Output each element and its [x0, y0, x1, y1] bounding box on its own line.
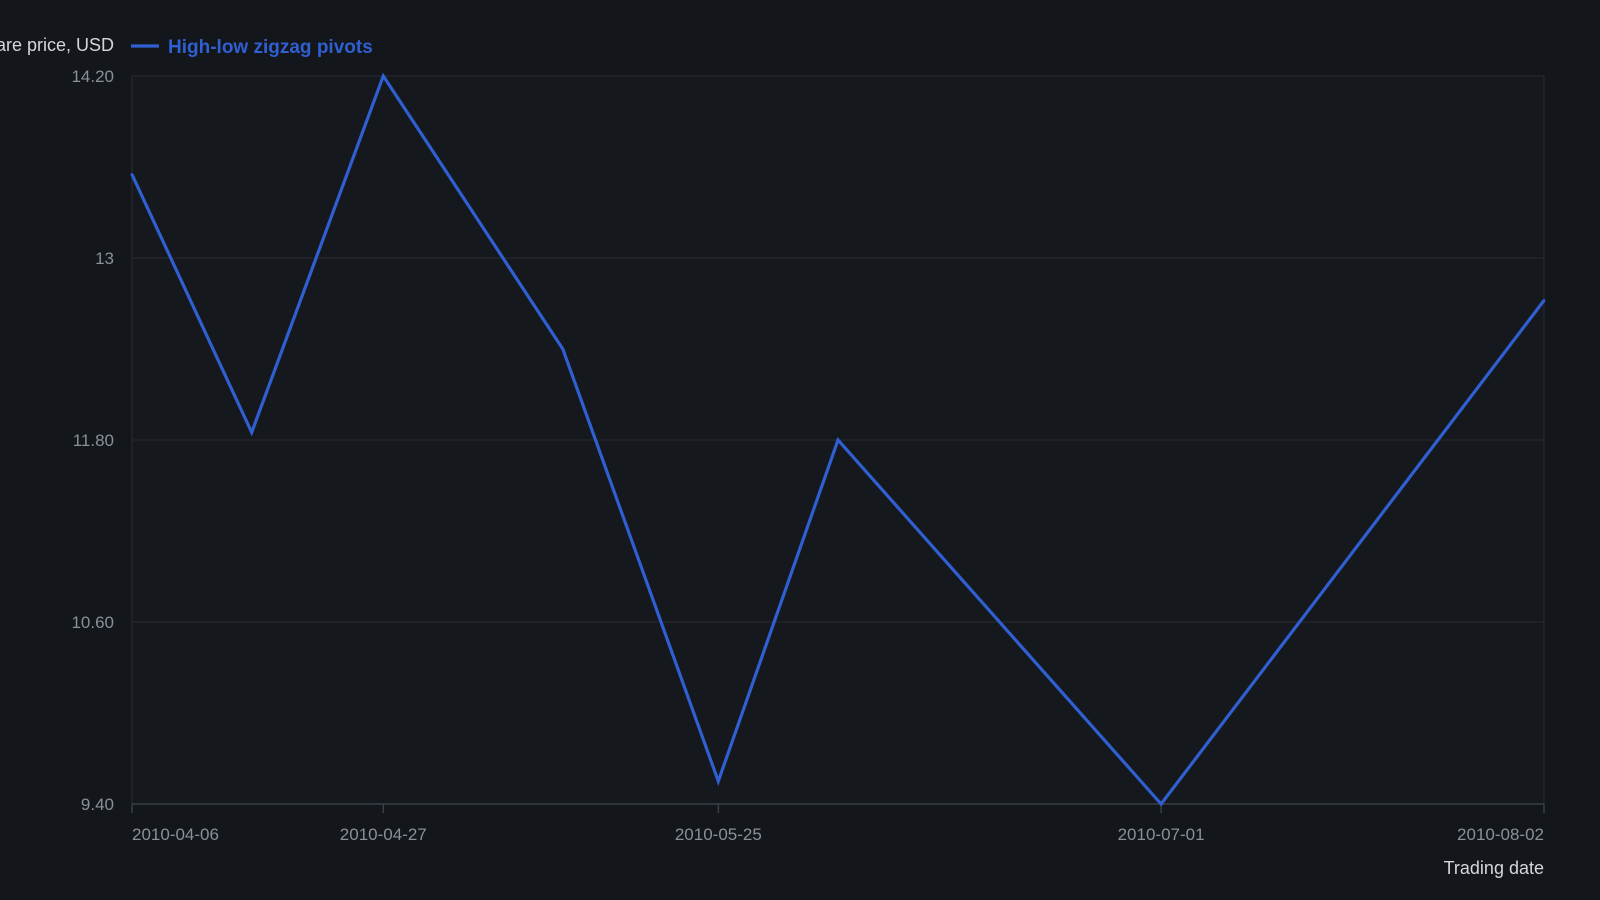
pivot-point — [250, 431, 254, 434]
y-tick-label: 10.60 — [71, 613, 114, 632]
pivot-point — [716, 779, 720, 783]
zigzag-line-chart: Share price, USD Trading date 9.40 10.60 1… — [0, 35, 1546, 878]
pivot-point — [561, 347, 565, 351]
x-tick-label: 2010-04-27 — [340, 825, 427, 844]
y-tick-label: 14.20 — [71, 67, 114, 86]
x-tick-label: 2010-04-06 — [132, 825, 219, 844]
pivot-point — [1159, 802, 1163, 806]
chart-root: Share price, USD Trading date 9.40 10.60 1… — [0, 0, 1600, 900]
y-axis-title: Share price, USD — [0, 35, 114, 55]
x-tick-label: 2010-07-01 — [1118, 825, 1205, 844]
x-tick-label: 2010-05-25 — [675, 825, 762, 844]
pivot-point — [381, 74, 385, 78]
y-tick-label: 13 — [95, 249, 114, 268]
axes — [131, 803, 1545, 813]
x-axis-title: Trading date — [1444, 858, 1544, 878]
y-tick-label: 9.40 — [81, 795, 114, 814]
x-tick-label: 2010-08-02 — [1457, 825, 1544, 844]
pivot-point — [130, 173, 134, 176]
pivot-point — [1542, 299, 1546, 302]
legend-label: High-low zigzag pivots — [168, 37, 373, 58]
pivot-point — [836, 438, 840, 442]
y-tick-label: 11.80 — [73, 431, 114, 450]
legend: High-low zigzag pivots — [131, 37, 373, 58]
